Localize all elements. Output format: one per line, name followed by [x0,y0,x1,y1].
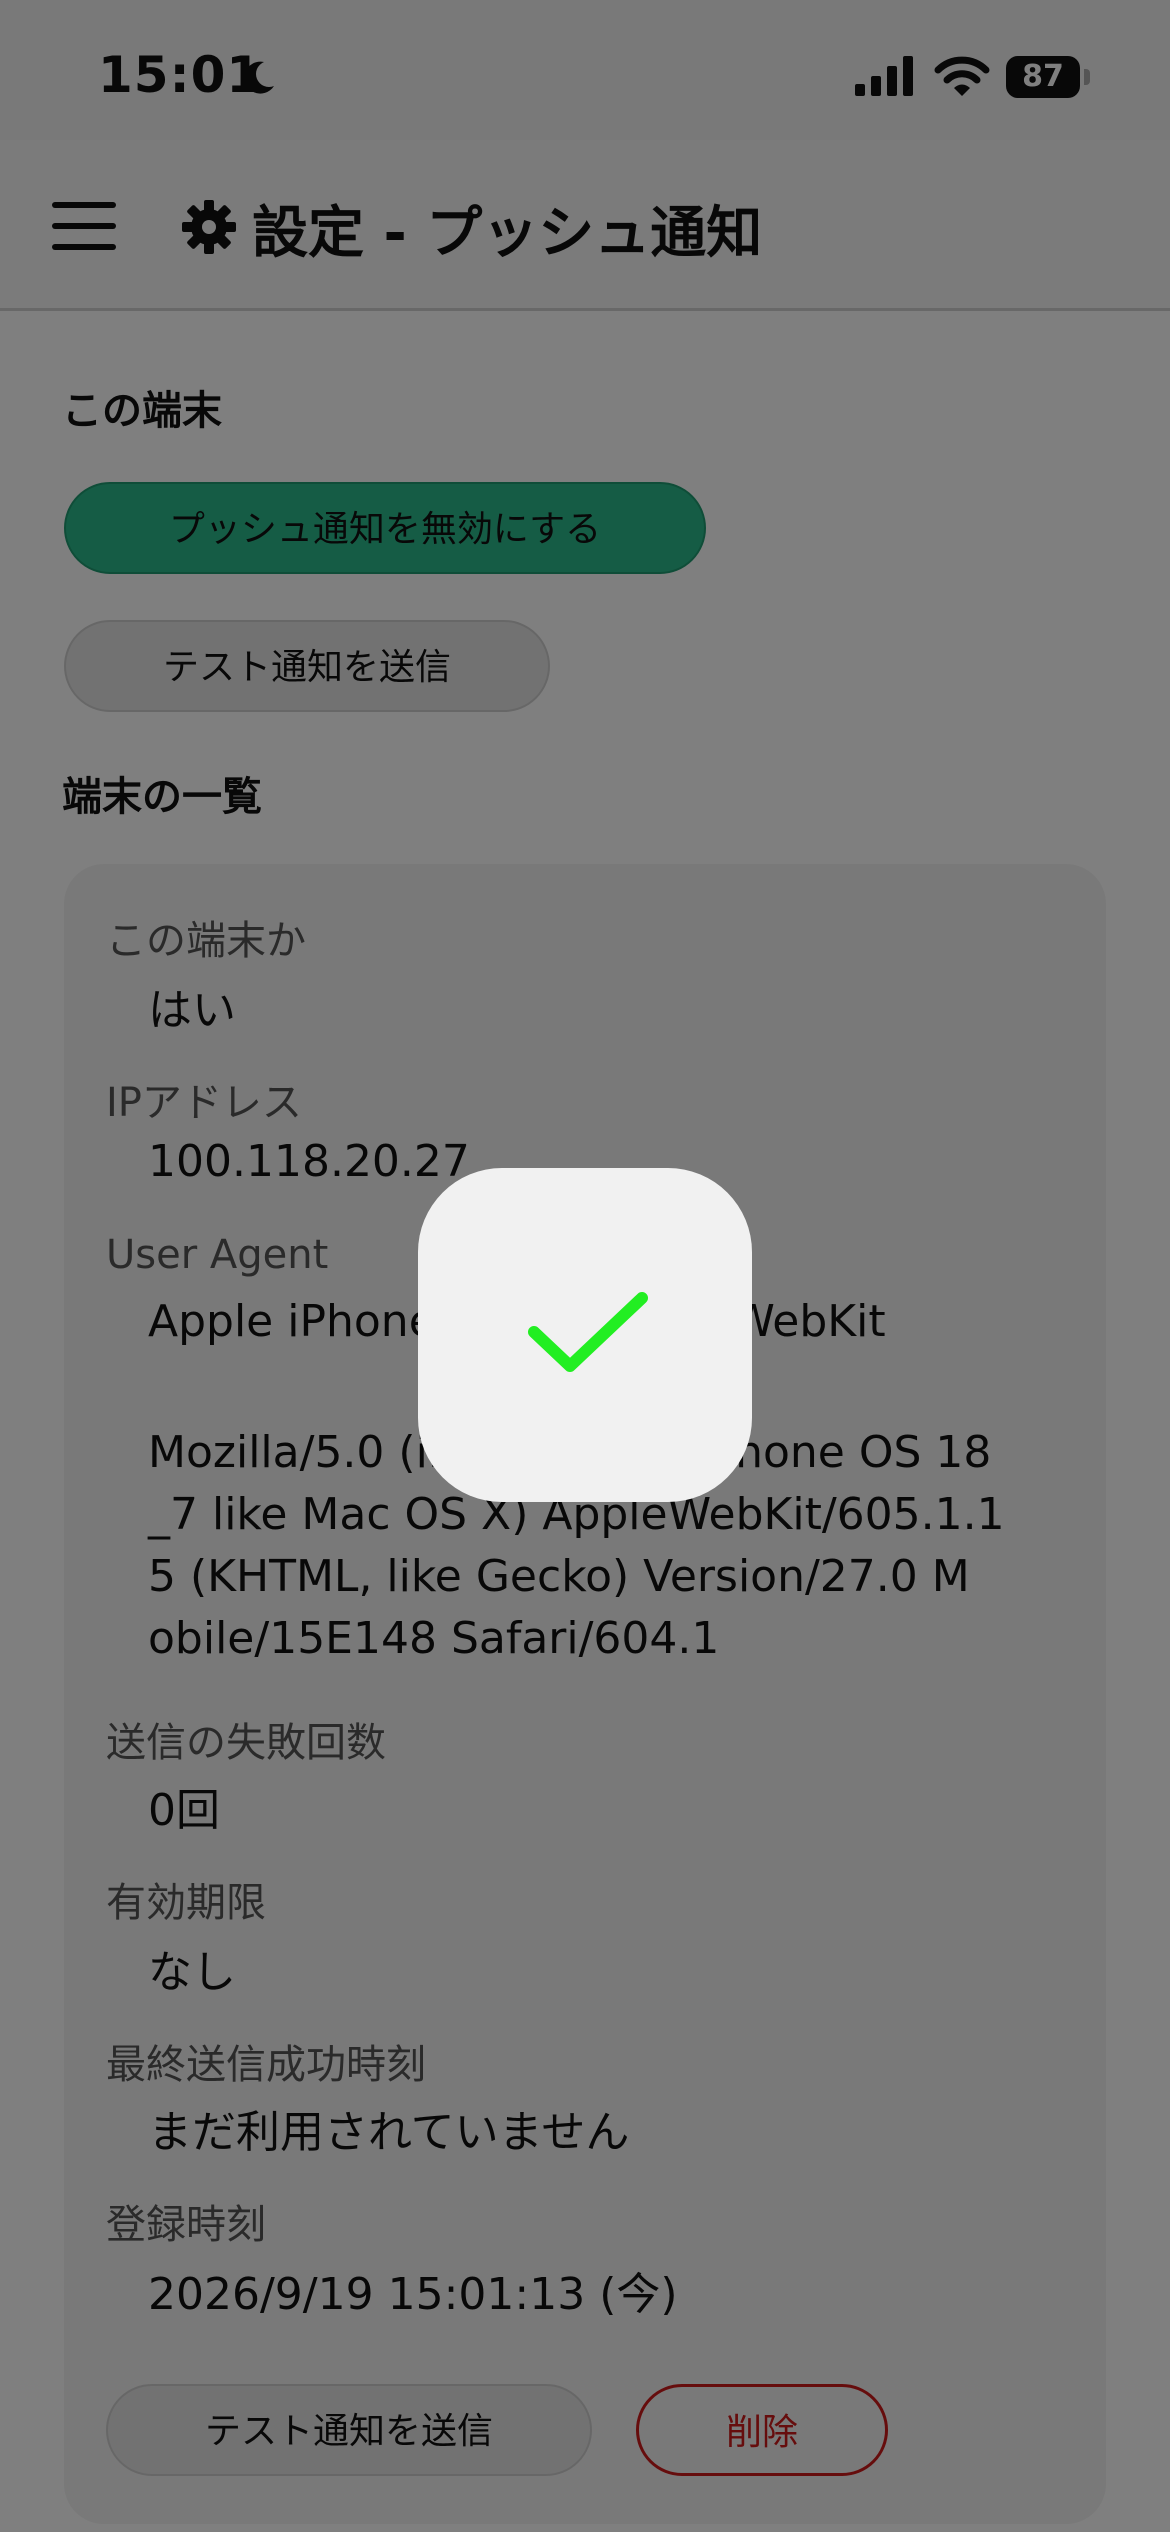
page: 15:01 87 [0,0,1170,2532]
checkmark-icon [528,1292,648,1372]
success-toast [418,1168,752,1502]
